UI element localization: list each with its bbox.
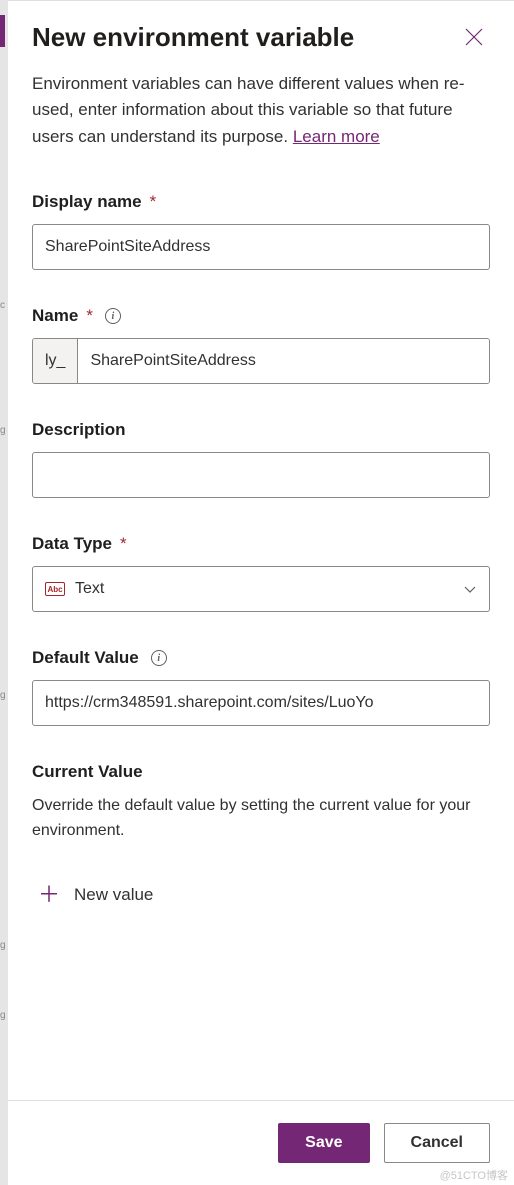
edge-tick: ɡ: [0, 425, 7, 437]
new-value-button[interactable]: ＋ New value: [32, 876, 490, 914]
data-type-select[interactable]: Abc Text: [32, 566, 490, 612]
label-text: Default Value: [32, 648, 139, 668]
current-value-description: Override the default value by setting th…: [32, 794, 490, 844]
description-input[interactable]: [32, 452, 490, 498]
name-label: Name * i: [32, 306, 490, 326]
save-button[interactable]: Save: [278, 1123, 369, 1163]
field-name: Name * i ly_: [32, 306, 490, 384]
close-icon: [465, 28, 483, 46]
label-text: Data Type: [32, 534, 112, 554]
required-star: *: [86, 306, 93, 326]
watermark: @51CTO博客: [440, 1167, 508, 1183]
new-value-label: New value: [74, 885, 153, 905]
edge-tick: ɡ: [0, 690, 7, 702]
label-text: Name: [32, 306, 78, 326]
accent-strip: [0, 15, 5, 47]
panel-header: New environment variable: [32, 21, 490, 53]
display-name-label: Display name *: [32, 192, 490, 212]
page-title: New environment variable: [32, 22, 354, 53]
default-value-label: Default Value i: [32, 648, 490, 668]
learn-more-link[interactable]: Learn more: [293, 127, 380, 146]
description-label: Description: [32, 420, 490, 440]
panel: New environment variable Environment var…: [8, 0, 514, 1185]
field-data-type: Data Type * Abc Text: [32, 534, 490, 612]
edge-tick: ɡ: [0, 940, 7, 952]
field-display-name: Display name *: [32, 192, 490, 270]
data-type-label: Data Type *: [32, 534, 490, 554]
intro-text: Environment variables can have different…: [32, 71, 490, 150]
field-description: Description: [32, 420, 490, 498]
data-type-value: Text: [75, 580, 463, 598]
intro-body: Environment variables can have different…: [32, 74, 464, 146]
label-text: Description: [32, 420, 126, 440]
panel-body: New environment variable Environment var…: [8, 1, 514, 1100]
panel-footer: Save Cancel @51CTO博客: [8, 1100, 514, 1185]
name-input[interactable]: [78, 339, 489, 383]
close-button[interactable]: [458, 21, 490, 53]
required-star: *: [150, 192, 157, 212]
plus-icon: ＋: [38, 884, 60, 906]
edge-tick: ɡ: [0, 1010, 7, 1022]
background-edge: [0, 0, 8, 1185]
required-star: *: [120, 534, 127, 554]
chevron-down-icon: [463, 582, 477, 596]
label-text: Display name: [32, 192, 142, 212]
text-type-icon: Abc: [45, 582, 65, 596]
info-icon[interactable]: i: [105, 308, 121, 324]
name-prefix: ly_: [33, 339, 78, 383]
display-name-input[interactable]: [32, 224, 490, 270]
field-current-value: Current Value Override the default value…: [32, 762, 490, 914]
edge-tick: c: [0, 300, 7, 312]
label-text: Current Value: [32, 762, 143, 782]
cancel-button[interactable]: Cancel: [384, 1123, 490, 1163]
field-default-value: Default Value i: [32, 648, 490, 726]
info-icon[interactable]: i: [151, 650, 167, 666]
name-input-group: ly_: [32, 338, 490, 384]
current-value-label: Current Value: [32, 762, 490, 782]
default-value-input[interactable]: [32, 680, 490, 726]
